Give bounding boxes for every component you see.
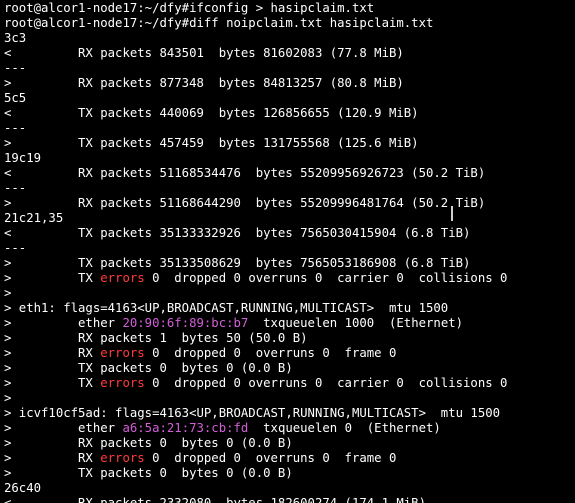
terminal-line: > ether a6:5a:21:73:cb:fd txqueuelen 0 (…	[4, 421, 575, 436]
terminal-text: ---	[4, 61, 27, 75]
terminal-text: > RX packets 51168644290 bytes 552099964…	[4, 196, 486, 210]
terminal-text: 19c19	[4, 151, 42, 165]
terminal-line: > RX packets 51168644290 bytes 552099964…	[4, 196, 575, 211]
error-keyword: errors	[100, 451, 145, 465]
terminal-text: > RX packets 0 bytes 0 (0.0 B)	[4, 436, 293, 450]
terminal-text: > TX packets 0 bytes 0 (0.0 B)	[4, 361, 293, 375]
terminal-text: > ether	[4, 421, 123, 435]
terminal-line: ---	[4, 61, 575, 76]
terminal-text: > eth1: flags=4163<UP,BROADCAST,RUNNING,…	[4, 301, 449, 315]
terminal-line: >	[4, 286, 575, 301]
terminal-line: root@alcor1-node17:~/dfy#diff noipclaim.…	[4, 16, 575, 31]
terminal-text: 0 dropped 0 overruns 0 carrier 0 collisi…	[144, 376, 508, 390]
terminal-line: > RX errors 0 dropped 0 overruns 0 frame…	[4, 346, 575, 361]
terminal-line: > TX packets 0 bytes 0 (0.0 B)	[4, 361, 575, 376]
terminal-line: < TX packets 440069 bytes 126856655 (120…	[4, 106, 575, 121]
terminal-line: 19c19	[4, 151, 575, 166]
terminal-text: txqueuelen 0 (Ethernet)	[248, 421, 441, 435]
terminal-line: 3c3	[4, 31, 575, 46]
terminal-output: root@alcor1-node17:~/dfy#ifconfig > hasi…	[4, 1, 575, 503]
terminal-line: ---	[4, 241, 575, 256]
terminal-line: > RX packets 0 bytes 0 (0.0 B)	[4, 436, 575, 451]
terminal-line: > RX packets 1 bytes 50 (50.0 B)	[4, 331, 575, 346]
terminal-text: > TX packets 35133508629 bytes 756505318…	[4, 256, 471, 270]
terminal-line: > TX packets 35133508629 bytes 756505318…	[4, 256, 575, 271]
terminal-text: 5c5	[4, 91, 27, 105]
terminal-line: ---	[4, 121, 575, 136]
terminal-line: < RX packets 843501 bytes 81602083 (77.8…	[4, 46, 575, 61]
terminal-line: < RX packets 2332080 bytes 182600274 (17…	[4, 496, 575, 503]
terminal-text: > TX packets 457459 bytes 131755568 (125…	[4, 136, 419, 150]
error-keyword: errors	[100, 376, 145, 390]
terminal-text: >	[4, 391, 12, 405]
terminal-text: 26c40	[4, 481, 42, 495]
terminal-line: > RX packets 877348 bytes 84813257 (80.8…	[4, 76, 575, 91]
terminal-text: 3c3	[4, 31, 27, 45]
terminal-text: root@alcor1-node17:~/dfy#ifconfig > hasi…	[4, 1, 375, 15]
terminal-line: > icvf10cf5ad: flags=4163<UP,BROADCAST,R…	[4, 406, 575, 421]
mouse-text-cursor-icon	[451, 206, 453, 221]
terminal-text: root@alcor1-node17:~/dfy#diff noipclaim.…	[4, 16, 434, 30]
terminal-text: ---	[4, 121, 27, 135]
terminal-text: txqueuelen 1000 (Ethernet)	[248, 316, 464, 330]
terminal-text: > RX packets 1 bytes 50 (50.0 B)	[4, 331, 308, 345]
error-keyword: errors	[100, 346, 145, 360]
terminal-line: > TX errors 0 dropped 0 overruns 0 carri…	[4, 376, 575, 391]
terminal-text: > TX	[4, 376, 101, 390]
terminal-text: 21c21,35	[4, 211, 64, 225]
terminal-line: > TX packets 0 bytes 0 (0.0 B)	[4, 466, 575, 481]
terminal-text: > icvf10cf5ad: flags=4163<UP,BROADCAST,R…	[4, 406, 501, 420]
terminal-text: ---	[4, 181, 27, 195]
terminal-line: >	[4, 391, 575, 406]
terminal-text: > RX packets 877348 bytes 84813257 (80.8…	[4, 76, 404, 90]
mac-address: 20:90:6f:89:bc:b7	[122, 316, 249, 330]
terminal-text: >	[4, 286, 12, 300]
terminal-line: 26c40	[4, 481, 575, 496]
terminal-text: > ether	[4, 316, 123, 330]
terminal-line: 5c5	[4, 91, 575, 106]
terminal-line: > ether 20:90:6f:89:bc:b7 txqueuelen 100…	[4, 316, 575, 331]
terminal-line: > TX errors 0 dropped 0 overruns 0 carri…	[4, 271, 575, 286]
terminal-text: > TX packets 0 bytes 0 (0.0 B)	[4, 466, 293, 480]
terminal-text: 0 dropped 0 overruns 0 frame 0	[144, 451, 397, 465]
terminal-text: < TX packets 440069 bytes 126856655 (120…	[4, 106, 419, 120]
terminal-text: < RX packets 2332080 bytes 182600274 (17…	[4, 496, 426, 503]
terminal-line: < RX packets 51168534476 bytes 552099569…	[4, 166, 575, 181]
terminal-window[interactable]: root@alcor1-node17:~/dfy#ifconfig > hasi…	[0, 0, 575, 503]
terminal-line: 21c21,35	[4, 211, 575, 226]
error-keyword: errors	[100, 271, 145, 285]
terminal-text: < RX packets 843501 bytes 81602083 (77.8…	[4, 46, 404, 60]
terminal-line: > TX packets 457459 bytes 131755568 (125…	[4, 136, 575, 151]
terminal-text: < TX packets 35133332926 bytes 756503041…	[4, 226, 471, 240]
terminal-line: ---	[4, 181, 575, 196]
terminal-line: > eth1: flags=4163<UP,BROADCAST,RUNNING,…	[4, 301, 575, 316]
terminal-text: ---	[4, 241, 27, 255]
terminal-line: < TX packets 35133332926 bytes 756503041…	[4, 226, 575, 241]
terminal-line: root@alcor1-node17:~/dfy#ifconfig > hasi…	[4, 1, 575, 16]
terminal-text: < RX packets 51168534476 bytes 552099569…	[4, 166, 486, 180]
terminal-text: 0 dropped 0 overruns 0 carrier 0 collisi…	[144, 271, 508, 285]
terminal-text: 0 dropped 0 overruns 0 frame 0	[144, 346, 397, 360]
terminal-text: > RX	[4, 346, 101, 360]
terminal-text: > TX	[4, 271, 101, 285]
mac-address: a6:5a:21:73:cb:fd	[122, 421, 249, 435]
terminal-line: > RX errors 0 dropped 0 overruns 0 frame…	[4, 451, 575, 466]
terminal-text: > RX	[4, 451, 101, 465]
